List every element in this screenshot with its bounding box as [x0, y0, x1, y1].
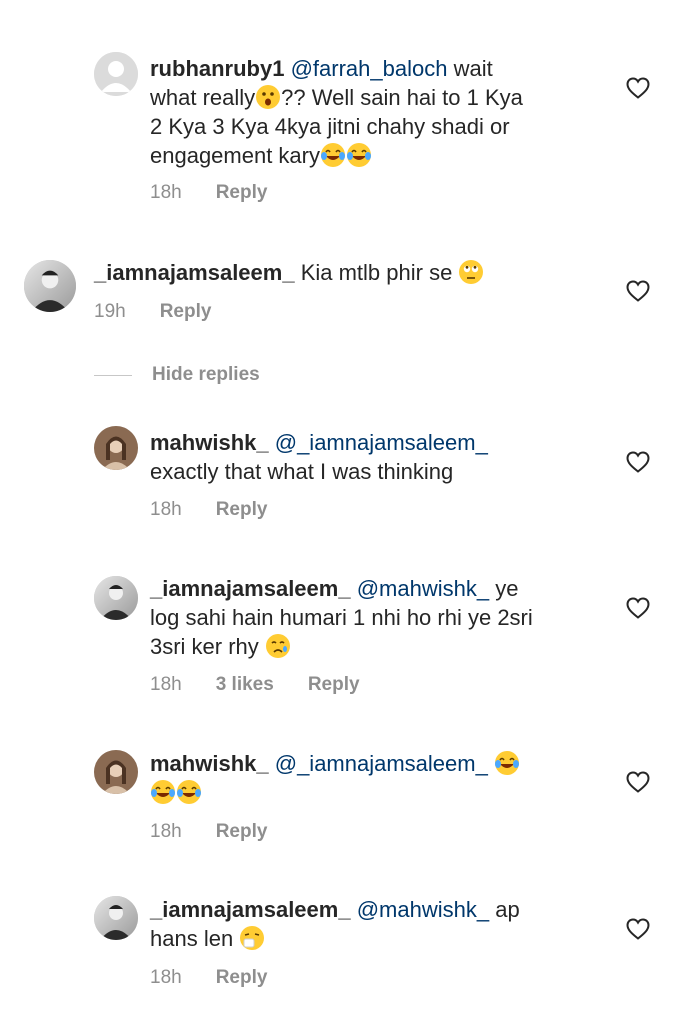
comment-text: what really	[150, 85, 256, 110]
face-with-tears-of-joy-emoji	[346, 142, 372, 168]
face-with-rolling-eyes-emoji	[458, 259, 484, 285]
comment-text: 3sri ker rhy	[150, 634, 265, 659]
username[interactable]: rubhanruby1	[150, 56, 284, 81]
face-with-tears-of-joy-emoji	[494, 750, 520, 776]
comment-text: engagement kary	[150, 143, 320, 168]
username[interactable]: _iamnajamsaleem_	[150, 576, 351, 601]
previous-comment-fragment: · ·	[150, 0, 270, 6]
comment-text: ye	[489, 576, 519, 601]
comment-meta: 18h Reply	[150, 967, 267, 989]
timestamp: 18h	[150, 821, 182, 842]
heart-outline-icon[interactable]	[626, 77, 650, 99]
comment-meta: 18h 3 likes Reply	[150, 674, 360, 696]
comment-text: exactly that what I was thinking	[150, 459, 454, 484]
heart-outline-icon[interactable]	[626, 597, 650, 619]
comment-text: Kia mtlb phir se	[294, 260, 459, 285]
reply-button[interactable]: Reply	[216, 967, 268, 989]
reply-button[interactable]: Reply	[216, 182, 268, 204]
reply-button[interactable]: Reply	[216, 821, 268, 843]
reply-button[interactable]: Reply	[216, 499, 268, 521]
heart-outline-icon[interactable]	[626, 451, 650, 473]
divider	[94, 374, 132, 376]
mention-link[interactable]: @mahwishk_	[357, 576, 489, 601]
hide-replies-toggle[interactable]: Hide replies	[94, 364, 260, 386]
comment-text: 2 Kya 3 Kya 4kya jitni chahy shadi or	[150, 114, 510, 139]
face-with-tears-of-joy-emoji	[176, 779, 202, 805]
timestamp: 19h	[94, 301, 126, 322]
comment-body: mahwishk_ @_iamnajamsaleem_ exactly that…	[150, 428, 620, 486]
sneezing-face-emoji	[239, 925, 265, 951]
reply-button[interactable]: Reply	[160, 301, 212, 323]
avatar[interactable]	[94, 426, 138, 470]
comment-body: _iamnajamsaleem_ @mahwishk_ ye log sahi …	[150, 574, 630, 661]
face-with-tears-of-joy-emoji	[150, 779, 176, 805]
heart-outline-icon[interactable]	[626, 918, 650, 940]
timestamp: 18h	[150, 182, 182, 203]
comment-text: ap	[489, 897, 520, 922]
face-with-tears-of-joy-emoji	[320, 142, 346, 168]
avatar[interactable]	[94, 52, 138, 96]
mention-link[interactable]: @_iamnajamsaleem_	[275, 430, 488, 455]
comment-meta: 19h Reply	[94, 301, 211, 323]
username[interactable]: _iamnajamsaleem_	[150, 897, 351, 922]
heart-outline-icon[interactable]	[626, 280, 650, 302]
comment-body: rubhanruby1 @farrah_baloch wait what rea…	[150, 54, 620, 170]
likes-count[interactable]: 3 likes	[216, 674, 274, 696]
comment-text: ?? Well sain hai to 1 Kya	[281, 85, 523, 110]
username[interactable]: mahwishk_	[150, 751, 269, 776]
avatar[interactable]	[94, 896, 138, 940]
mention-link[interactable]: @_iamnajamsaleem_	[275, 751, 488, 776]
mention-link[interactable]: @farrah_baloch	[291, 56, 448, 81]
comment-meta: 18h Reply	[150, 182, 267, 204]
comment-meta: 18h Reply	[150, 821, 267, 843]
username[interactable]: _iamnajamsaleem_	[94, 260, 295, 285]
comment-text: wait	[447, 56, 493, 81]
avatar[interactable]	[24, 260, 76, 312]
comment-meta: 18h Reply	[150, 499, 267, 521]
hushed-face-emoji	[255, 84, 281, 110]
comment-text: log sahi hain humari 1 nhi ho rhi ye 2sr…	[150, 605, 533, 630]
comment-body: _iamnajamsaleem_ Kia mtlb phir se	[94, 258, 614, 287]
timestamp: 18h	[150, 674, 182, 695]
timestamp: 18h	[150, 499, 182, 520]
avatar[interactable]	[94, 750, 138, 794]
reply-button[interactable]: Reply	[308, 674, 360, 696]
comment-text: hans len	[150, 926, 240, 951]
crying-face-emoji	[265, 633, 291, 659]
hide-replies-label[interactable]: Hide replies	[152, 364, 260, 386]
comment-body: mahwishk_ @_iamnajamsaleem_	[150, 749, 620, 807]
username[interactable]: mahwishk_	[150, 430, 269, 455]
avatar[interactable]	[94, 576, 138, 620]
mention-link[interactable]: @mahwishk_	[357, 897, 489, 922]
comment-body: _iamnajamsaleem_ @mahwishk_ ap hans len	[150, 895, 620, 953]
timestamp: 18h	[150, 967, 182, 988]
heart-outline-icon[interactable]	[626, 771, 650, 793]
